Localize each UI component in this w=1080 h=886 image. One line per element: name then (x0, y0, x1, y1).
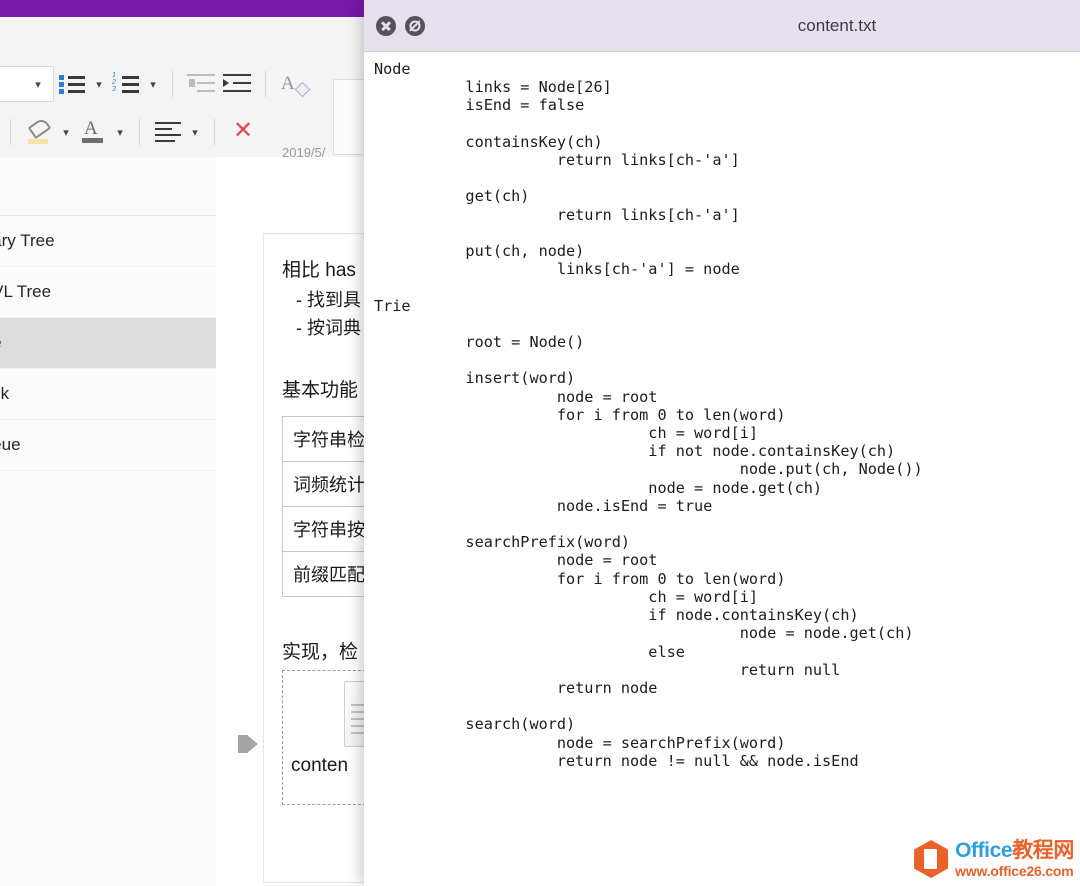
window-title-bar: content.txt (364, 0, 1080, 52)
window-title: content.txt (364, 16, 1080, 36)
numbered-list-icon: 1 2 3 (112, 73, 140, 95)
deny-button[interactable] (405, 16, 425, 36)
highlighter-button[interactable] (21, 115, 57, 149)
clear-formatting-button[interactable]: A (276, 67, 312, 101)
watermark-brand-en: Office (955, 839, 1012, 862)
ribbon-separator (10, 119, 11, 145)
ribbon-separator (265, 71, 266, 97)
close-button[interactable] (376, 16, 396, 36)
sidebar: ...ary Tree ...VL Tree ...e ...ck ...eue (0, 157, 217, 886)
font-color-icon: A (81, 120, 105, 144)
code-text: Node links = Node[26] isEnd = false cont… (364, 52, 1080, 770)
sidebar-item-label: ...ck (0, 384, 9, 404)
sidebar-item-label: ...ary Tree (0, 231, 55, 251)
sidebar-header (0, 157, 216, 216)
decrease-indent-icon (187, 74, 215, 94)
page-date: 2019/5/ (282, 145, 325, 160)
bulleted-list-dropdown[interactable]: ▾ (90, 67, 108, 101)
watermark-url: www.office26.com (955, 864, 1074, 878)
ribbon-row-1: ▾ ▾ 1 2 3 ▾ (0, 61, 312, 107)
align-left-icon (155, 122, 181, 142)
office-logo-icon (914, 840, 948, 878)
ribbon-row-2: ▾ ▾ A ▾ (0, 109, 261, 155)
sidebar-item-binary-tree[interactable]: ...ary Tree (0, 216, 216, 267)
sidebar-item-label: ...VL Tree (0, 282, 51, 302)
highlighter-dropdown[interactable]: ▾ (57, 115, 75, 149)
increase-indent-icon (223, 74, 251, 94)
sidebar-item-label: ...e (0, 333, 2, 353)
bulleted-list-button[interactable] (54, 67, 90, 101)
clear-formatting-icon: A (281, 72, 307, 96)
increase-indent-button[interactable] (219, 67, 255, 101)
sidebar-item-label: ...eue (0, 435, 21, 455)
watermark-brand: Office教程网 (955, 840, 1074, 861)
close-x-icon: ✕ (231, 120, 255, 144)
numbered-list-button[interactable]: 1 2 3 (108, 67, 144, 101)
watermark-brand-cn: 教程网 (1012, 839, 1074, 862)
window-controls (364, 16, 425, 36)
ribbon-separator (139, 119, 140, 145)
chevron-down-icon: ▾ (29, 67, 47, 101)
ribbon-separator (172, 71, 173, 97)
font-color-dropdown[interactable]: ▾ (111, 115, 129, 149)
bulleted-list-icon (58, 73, 86, 95)
font-color-button[interactable]: A (75, 115, 111, 149)
watermark: Office教程网 www.office26.com (914, 840, 1074, 878)
numbered-list-dropdown[interactable]: ▾ (144, 67, 162, 101)
sidebar-item-avl-tree[interactable]: ...VL Tree (0, 267, 216, 318)
sidebar-item-trie[interactable]: ...e (0, 318, 216, 369)
text-content-area[interactable]: Node links = Node[26] isEnd = false cont… (364, 52, 1080, 886)
text-viewer-window: content.txt Node links = Node[26] isEnd … (364, 0, 1080, 886)
alignment-dropdown[interactable]: ▾ (186, 115, 204, 149)
decrease-indent-button[interactable] (183, 67, 219, 101)
delete-button[interactable]: ✕ (225, 115, 261, 149)
watermark-text: Office教程网 www.office26.com (955, 840, 1074, 878)
paragraph-alignment-button[interactable] (150, 115, 186, 149)
highlighter-icon (26, 120, 52, 144)
screen-root: ▾ ▾ 1 2 3 ▾ (0, 0, 1080, 886)
ribbon-separator (214, 119, 215, 145)
sidebar-item-stack[interactable]: ...ck (0, 369, 216, 420)
style-gallery-dropdown[interactable]: ▾ (0, 66, 54, 102)
sidebar-item-queue[interactable]: ...eue (0, 420, 216, 471)
